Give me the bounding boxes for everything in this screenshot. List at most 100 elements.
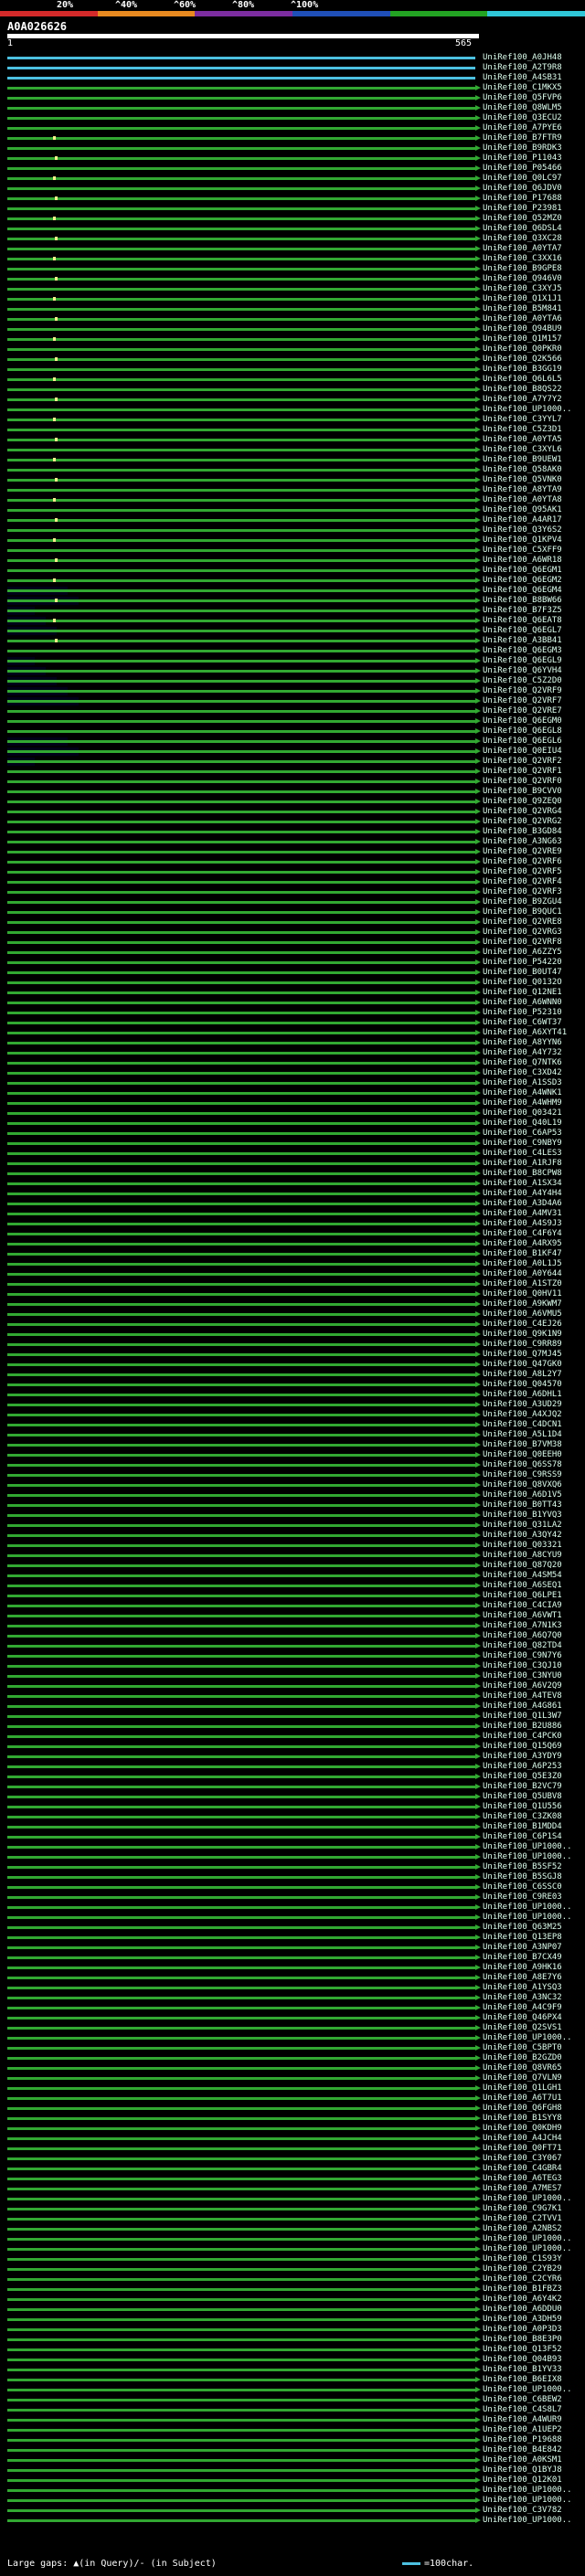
hit-link[interactable]: UniRef100_C3Y067 (483, 2154, 562, 2164)
hit-link[interactable]: UniRef100_B1MDD4 (483, 1822, 562, 1832)
hit-link[interactable]: UniRef100_Q6L6L5 (483, 375, 562, 385)
hit-link[interactable]: UniRef100_A4WUR9 (483, 2415, 562, 2425)
hit-link[interactable]: UniRef100_C4F6Y4 (483, 1229, 562, 1239)
hit-link[interactable]: UniRef100_A1UEP2 (483, 2425, 562, 2435)
hit-link[interactable]: UniRef100_Q2VRE7 (483, 706, 562, 716)
hit-link[interactable]: UniRef100_A8CYU9 (483, 1551, 562, 1561)
hit-link[interactable]: UniRef100_B7VM38 (483, 1440, 562, 1450)
hit-link[interactable]: UniRef100_Q40L19 (483, 1118, 562, 1129)
hit-link[interactable]: UniRef100_C3V782 (483, 2506, 562, 2516)
hit-link[interactable]: UniRef100_Q1LGH1 (483, 2083, 562, 2094)
hit-link[interactable]: UniRef100_Q6YVH4 (483, 666, 562, 676)
hit-link[interactable]: UniRef100_A1RJF8 (483, 1159, 562, 1169)
hit-link[interactable]: UniRef100_A6Y4K2 (483, 2295, 562, 2305)
hit-link[interactable]: UniRef100_Q6LPE1 (483, 1591, 562, 1601)
hit-link[interactable]: UniRef100_P05466 (483, 164, 562, 174)
hit-link[interactable]: UniRef100_A8E7Y6 (483, 1973, 562, 1983)
hit-link[interactable]: UniRef100_C6WT37 (483, 1018, 562, 1028)
hit-link[interactable]: UniRef100_C1MKX5 (483, 83, 562, 93)
hit-link[interactable]: UniRef100_A4RX95 (483, 1239, 562, 1249)
hit-link[interactable]: UniRef100_Q03421 (483, 1108, 562, 1118)
hit-link[interactable]: UniRef100_C4S8L7 (483, 2405, 562, 2415)
hit-link[interactable]: UniRef100_UP1000.. (483, 2385, 572, 2395)
hit-link[interactable]: UniRef100_A6XYT41 (483, 1028, 567, 1038)
hit-link[interactable]: UniRef100_Q8WLM5 (483, 103, 562, 113)
hit-link[interactable]: UniRef100_A6T7U1 (483, 2094, 562, 2104)
hit-link[interactable]: UniRef100_Q0PKR0 (483, 345, 562, 355)
hit-link[interactable]: UniRef100_B1SYY8 (483, 2114, 562, 2124)
hit-link[interactable]: UniRef100_Q5UBV8 (483, 1792, 562, 1802)
hit-link[interactable]: UniRef100_Q87Q20 (483, 1561, 562, 1571)
hit-link[interactable]: UniRef100_P52310 (483, 1008, 562, 1018)
hit-link[interactable]: UniRef100_A3YDY9 (483, 1752, 562, 1762)
hit-link[interactable]: UniRef100_B2VC79 (483, 1782, 562, 1792)
hit-link[interactable]: UniRef100_C3XYJ5 (483, 284, 562, 294)
hit-link[interactable]: UniRef100_Q1BYJ8 (483, 2465, 562, 2475)
hit-link[interactable]: UniRef100_A6D1V5 (483, 1490, 562, 1500)
hit-link[interactable]: UniRef100_A0YTA8 (483, 495, 562, 505)
hit-link[interactable]: UniRef100_C4LES3 (483, 1149, 562, 1159)
hit-link[interactable]: UniRef100_B8QS22 (483, 385, 562, 395)
hit-link[interactable]: UniRef100_A6P253 (483, 1762, 562, 1772)
hit-link[interactable]: UniRef100_C9NBY9 (483, 1139, 562, 1149)
hit-link[interactable]: UniRef100_Q9K1N9 (483, 1330, 562, 1340)
hit-link[interactable]: UniRef100_A8YTA9 (483, 485, 562, 495)
hit-link[interactable]: UniRef100_Q94BU9 (483, 324, 562, 334)
hit-link[interactable]: UniRef100_Q6DSL4 (483, 224, 562, 234)
hit-link[interactable]: UniRef100_Q9ZEQ0 (483, 797, 562, 807)
hit-link[interactable]: UniRef100_Q6EGM2 (483, 576, 562, 586)
hit-link[interactable]: UniRef100_A4Y732 (483, 1048, 562, 1058)
hit-link[interactable]: UniRef100_Q2VRF2 (483, 757, 562, 767)
hit-link[interactable]: UniRef100_Q2VRE9 (483, 847, 562, 857)
hit-link[interactable]: UniRef100_B6EIX8 (483, 2375, 562, 2385)
hit-link[interactable]: UniRef100_Q6EGL6 (483, 737, 562, 747)
hit-link[interactable]: UniRef100_A1SX34 (483, 1179, 562, 1189)
hit-link[interactable]: UniRef100_UP1000.. (483, 2496, 572, 2506)
hit-link[interactable]: UniRef100_A6V2Q9 (483, 1681, 562, 1691)
hit-link[interactable]: UniRef100_C3NYU0 (483, 1671, 562, 1681)
hit-link[interactable]: UniRef100_C9RR89 (483, 1340, 562, 1350)
hit-link[interactable]: UniRef100_UP1000.. (483, 2194, 572, 2204)
hit-link[interactable]: UniRef100_B3GD84 (483, 827, 562, 837)
hit-link[interactable]: UniRef100_B8CPW8 (483, 1169, 562, 1179)
hit-link[interactable]: UniRef100_P17688 (483, 194, 562, 204)
hit-link[interactable]: UniRef100_Q2K566 (483, 355, 562, 365)
hit-link[interactable]: UniRef100_A7PYE6 (483, 123, 562, 133)
hit-link[interactable]: UniRef100_Q2VRG2 (483, 817, 562, 827)
hit-link[interactable]: UniRef100_Q0FT71 (483, 2144, 562, 2154)
hit-link[interactable]: UniRef100_Q0EIU4 (483, 747, 562, 757)
hit-link[interactable]: UniRef100_Q46PX4 (483, 2013, 562, 2023)
hit-link[interactable]: UniRef100_A0YTA7 (483, 244, 562, 254)
hit-link[interactable]: UniRef100_B2U886 (483, 1722, 562, 1732)
hit-link[interactable]: UniRef100_B2GZD0 (483, 2053, 562, 2063)
hit-link[interactable]: UniRef100_C2YB29 (483, 2264, 562, 2274)
hit-link[interactable]: UniRef100_Q15Q69 (483, 1742, 562, 1752)
hit-link[interactable]: UniRef100_P19688 (483, 2435, 562, 2445)
hit-link[interactable]: UniRef100_B9RDK3 (483, 143, 562, 154)
hit-link[interactable]: UniRef100_A0P3D3 (483, 2325, 562, 2335)
hit-link[interactable]: UniRef100_A9KWM7 (483, 1299, 562, 1309)
hit-link[interactable]: UniRef100_A0KSM1 (483, 2455, 562, 2465)
hit-link[interactable]: UniRef100_A3D4A6 (483, 1199, 562, 1209)
hit-link[interactable]: UniRef100_Q7NTK6 (483, 1058, 562, 1068)
hit-link[interactable]: UniRef100_UP1000.. (483, 1903, 572, 1913)
hit-link[interactable]: UniRef100_Q0KDH9 (483, 2124, 562, 2134)
hit-link[interactable]: UniRef100_Q946V0 (483, 274, 562, 284)
hit-link[interactable]: UniRef100_A1SSD3 (483, 1078, 562, 1088)
hit-link[interactable]: UniRef100_Q5VNK0 (483, 475, 562, 485)
hit-link[interactable]: UniRef100_B1YVQ3 (483, 1511, 562, 1521)
hit-link[interactable]: UniRef100_A6Q7Q0 (483, 1631, 562, 1641)
hit-link[interactable]: UniRef100_A6WR18 (483, 556, 562, 566)
hit-link[interactable]: UniRef100_Q0132O (483, 978, 562, 988)
hit-link[interactable]: UniRef100_Q2VRF9 (483, 686, 562, 696)
hit-link[interactable]: UniRef100_A7MES7 (483, 2184, 562, 2194)
hit-link[interactable]: UniRef100_C2CYR6 (483, 2274, 562, 2284)
hit-link[interactable]: UniRef100_C3XD42 (483, 1068, 562, 1078)
hit-link[interactable]: UniRef100_B7FTR9 (483, 133, 562, 143)
hit-link[interactable]: UniRef100_A4WHM9 (483, 1098, 562, 1108)
hit-link[interactable]: UniRef100_Q6EGL8 (483, 726, 562, 737)
hit-link[interactable]: UniRef100_Q58AK0 (483, 465, 562, 475)
hit-link[interactable]: UniRef100_UP1000.. (483, 2486, 572, 2496)
hit-link[interactable]: UniRef100_Q0HV11 (483, 1289, 562, 1299)
hit-link[interactable]: UniRef100_C9RSS9 (483, 1470, 562, 1480)
